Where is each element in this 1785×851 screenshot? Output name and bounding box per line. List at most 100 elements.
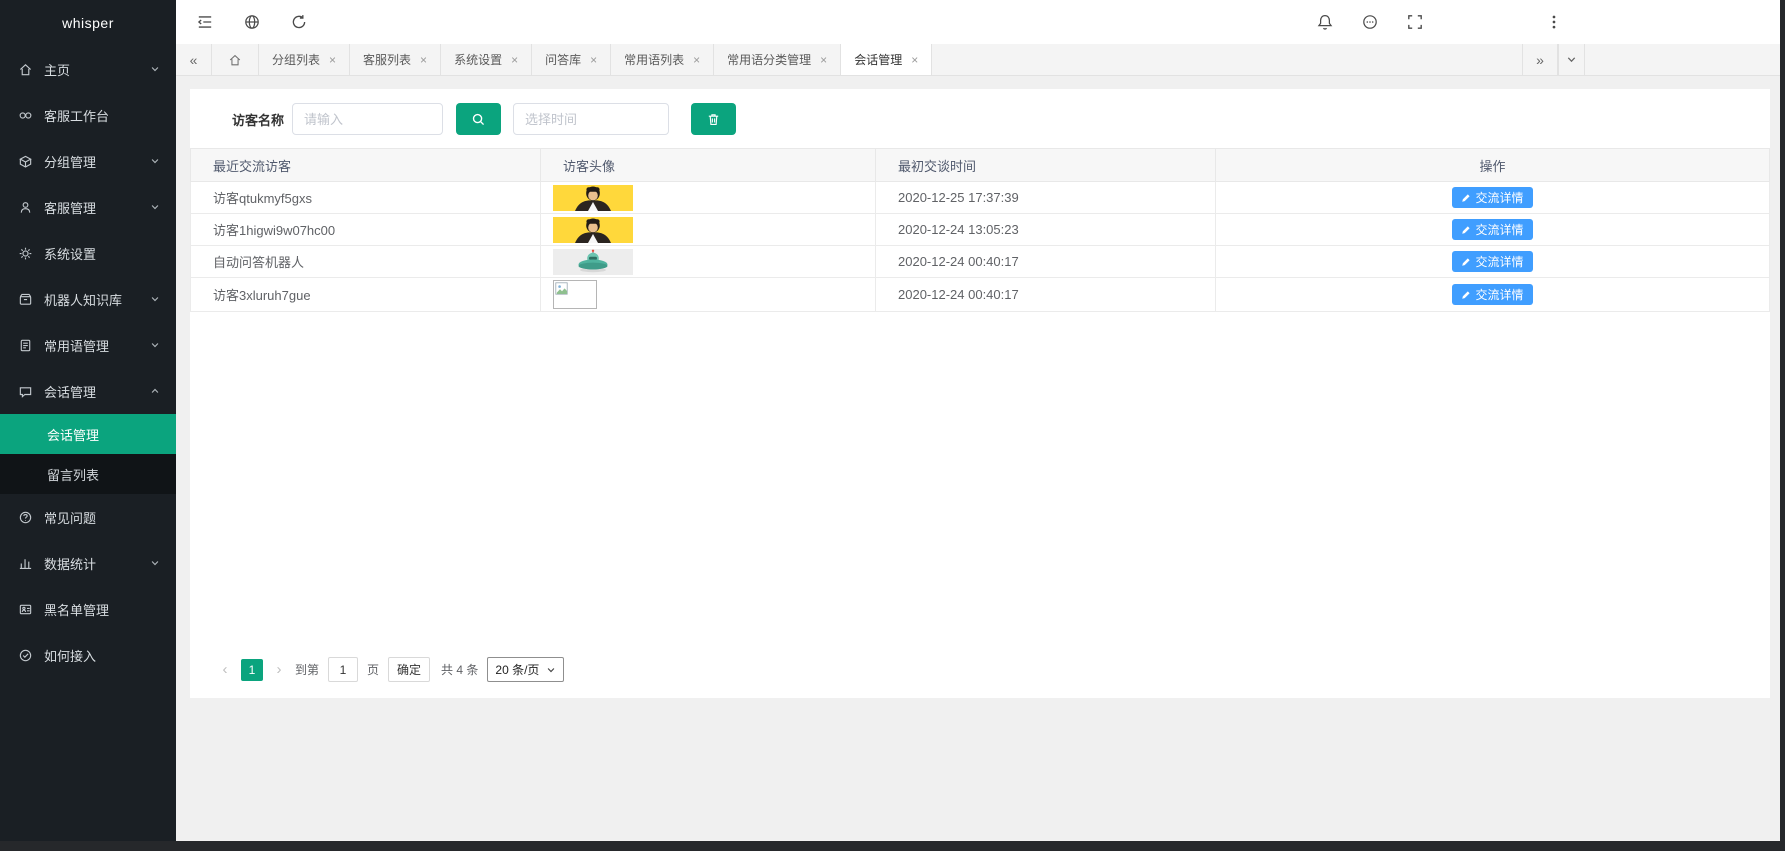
tab-label: 分组列表	[272, 51, 320, 68]
actions-cell: 交流详情	[1216, 214, 1770, 246]
page-size-select[interactable]: 20 条/页	[487, 657, 564, 682]
sidebar-item-faq[interactable]: 常见问题	[0, 494, 176, 540]
next-page-button[interactable]: ›	[272, 661, 286, 678]
tab-group-list[interactable]: 分组列表 ×	[259, 44, 350, 75]
sidebar-item-how-to-access[interactable]: 如何接入	[0, 632, 176, 678]
search-button[interactable]	[456, 103, 501, 135]
sidebar-item-label: 数据统计	[44, 554, 150, 573]
submenu-item-message-list[interactable]: 留言列表	[0, 454, 176, 494]
globe-icon[interactable]	[243, 13, 261, 31]
trash-icon	[706, 112, 721, 127]
actions-cell: 交流详情	[1216, 278, 1770, 312]
tab-phrases-list[interactable]: 常用语列表 ×	[611, 44, 714, 75]
pagination: ‹ 1 › 到第 页 确定 共 4 条 20 条/页	[190, 657, 1770, 698]
chat-detail-label: 交流详情	[1475, 221, 1523, 238]
tab-system-settings[interactable]: 系统设置 ×	[441, 44, 532, 75]
topbar	[176, 0, 1785, 44]
collapse-sidebar-icon[interactable]	[196, 13, 214, 31]
visitor-name-label: 访客名称	[232, 110, 284, 129]
confirm-page-button[interactable]: 确定	[388, 657, 430, 682]
delete-button[interactable]	[691, 103, 736, 135]
tab-label: 常用语分类管理	[727, 51, 811, 68]
refresh-icon[interactable]	[290, 13, 308, 31]
chevron-down-icon	[1566, 54, 1577, 65]
goto-page-input[interactable]	[328, 657, 358, 682]
chevron-down-icon	[150, 156, 160, 166]
submenu-item-session-management[interactable]: 会话管理	[0, 414, 176, 454]
chat-detail-button[interactable]: 交流详情	[1452, 284, 1532, 305]
tab-label: 会话管理	[854, 51, 902, 68]
actions-cell: 交流详情	[1216, 182, 1770, 214]
chat-detail-button[interactable]: 交流详情	[1452, 219, 1532, 240]
sidebar-item-blacklist[interactable]: 黑名单管理	[0, 586, 176, 632]
visitor-name-cell: 访客3xluruh7gue	[191, 278, 541, 312]
fullscreen-icon[interactable]	[1406, 13, 1424, 31]
phrases-icon	[18, 338, 33, 353]
tab-session-management[interactable]: 会话管理 ×	[841, 44, 932, 75]
chevron-down-icon	[150, 340, 160, 350]
prev-page-button[interactable]: ‹	[218, 661, 232, 678]
group-icon	[18, 154, 33, 169]
sidebar-item-statistics[interactable]: 数据统计	[0, 540, 176, 586]
actions-cell: 交流详情	[1216, 246, 1770, 278]
sidebar-item-label: 黑名单管理	[44, 600, 160, 619]
close-icon[interactable]: ×	[911, 54, 918, 66]
agent-icon	[18, 200, 33, 215]
bell-icon[interactable]	[1316, 13, 1334, 31]
home-icon	[228, 53, 242, 67]
tabs-scroll-left-button[interactable]: «	[176, 44, 212, 75]
chat-detail-button[interactable]: 交流详情	[1452, 251, 1532, 272]
sidebar-item-home[interactable]: 主页	[0, 46, 176, 92]
visitor-avatar-cell	[541, 246, 876, 278]
chat-detail-button[interactable]: 交流详情	[1452, 187, 1532, 208]
table-row: 访客1higwi9w07hc00	[191, 214, 1770, 246]
tab-home[interactable]	[212, 44, 259, 75]
time-range-input[interactable]	[513, 103, 669, 135]
tab-phrase-category-management[interactable]: 常用语分类管理 ×	[714, 44, 841, 75]
header-recent-visitor: 最近交流访客	[191, 149, 541, 182]
current-page-button[interactable]: 1	[241, 659, 263, 681]
sidebar-item-system-settings[interactable]: 系统设置	[0, 230, 176, 276]
table-row: 自动问答机器人	[191, 246, 1770, 278]
topbar-right-icons	[1316, 13, 1563, 31]
header-visitor-avatar: 访客头像	[541, 149, 876, 182]
more-menu-icon[interactable]	[1545, 13, 1563, 31]
close-icon[interactable]: ×	[590, 54, 597, 66]
blacklist-icon	[18, 602, 33, 617]
search-form: 访客名称	[190, 89, 1770, 135]
tabs-dropdown-button[interactable]	[1558, 44, 1585, 75]
sidebar-item-label: 常见问题	[44, 508, 160, 527]
sidebar-item-robot-knowledge[interactable]: 机器人知识库	[0, 276, 176, 322]
pencil-icon	[1461, 290, 1471, 300]
sidebar-item-session-management[interactable]: 会话管理	[0, 368, 176, 414]
submenu-item-label: 留言列表	[47, 465, 99, 484]
sidebar-nav: 主页 客服工作台 分组管理	[0, 46, 176, 678]
chevron-down-icon	[546, 665, 556, 675]
chat-detail-label: 交流详情	[1475, 253, 1523, 270]
sidebar-item-group-management[interactable]: 分组管理	[0, 138, 176, 184]
tab-qa-library[interactable]: 问答库 ×	[532, 44, 611, 75]
close-icon[interactable]: ×	[693, 54, 700, 66]
close-icon[interactable]: ×	[511, 54, 518, 66]
visitor-name-input[interactable]	[292, 103, 443, 135]
tab-agent-list[interactable]: 客服列表 ×	[350, 44, 441, 75]
sidebar-item-label: 常用语管理	[44, 336, 150, 355]
close-icon[interactable]: ×	[329, 54, 336, 66]
tab-label: 问答库	[545, 51, 581, 68]
close-icon[interactable]: ×	[820, 54, 827, 66]
access-icon	[18, 648, 33, 663]
message-icon[interactable]	[1361, 13, 1379, 31]
sidebar-item-workbench[interactable]: 客服工作台	[0, 92, 176, 138]
session-submenu: 会话管理 留言列表	[0, 414, 176, 494]
chevron-up-icon	[150, 386, 160, 396]
tab-label: 常用语列表	[624, 51, 684, 68]
close-icon[interactable]: ×	[420, 54, 427, 66]
search-icon	[471, 112, 486, 127]
broken-image-icon	[553, 280, 597, 309]
visitor-name-cell: 访客qtukmyf5gxs	[191, 182, 541, 214]
first-talk-time-cell: 2020-12-24 00:40:17	[876, 246, 1216, 278]
sidebar-item-agent-management[interactable]: 客服管理	[0, 184, 176, 230]
sidebar-item-label: 客服工作台	[44, 106, 160, 125]
tabs-scroll-right-button[interactable]: »	[1522, 44, 1558, 75]
sidebar-item-phrases-management[interactable]: 常用语管理	[0, 322, 176, 368]
